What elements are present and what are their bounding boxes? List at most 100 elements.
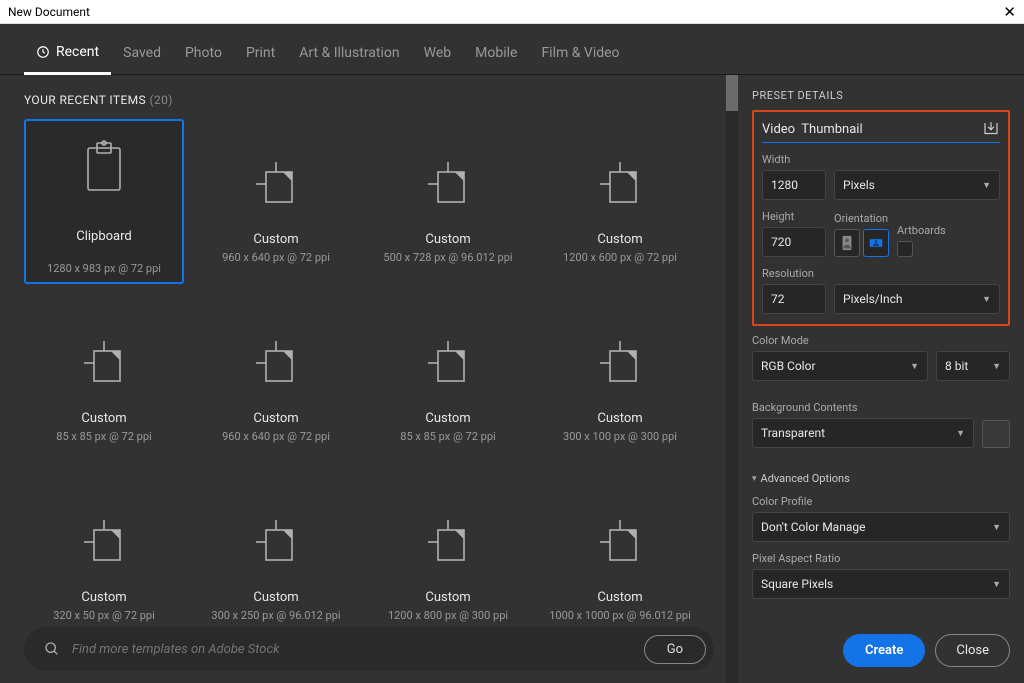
tab-saved[interactable]: Saved xyxy=(111,38,173,74)
artboards-label: Artboards xyxy=(897,224,946,237)
orientation-portrait-button[interactable] xyxy=(834,229,860,257)
preset-card-name: Custom xyxy=(597,411,642,426)
pixel-aspect-ratio-select[interactable]: Square Pixels▼ xyxy=(752,569,1010,599)
height-input[interactable] xyxy=(762,227,826,257)
scrollbar[interactable] xyxy=(726,75,738,683)
preset-card-desc: 1280 x 983 px @ 72 ppi xyxy=(47,262,161,275)
preset-details-header: PRESET DETAILS xyxy=(752,89,1010,102)
document-icon xyxy=(592,325,648,405)
color-mode-label: Color Mode xyxy=(752,334,1010,347)
document-icon xyxy=(76,325,132,405)
highlight-region: Width Pixels▼ Height Orientation xyxy=(752,110,1010,326)
clipboard-icon xyxy=(82,128,126,208)
preset-card-name: Custom xyxy=(81,590,126,605)
recent-header: YOUR RECENT ITEMS (20) xyxy=(24,93,726,107)
background-label: Background Contents xyxy=(752,401,1010,414)
document-icon xyxy=(420,325,476,405)
preset-card-name: Custom xyxy=(425,411,470,426)
width-unit-select[interactable]: Pixels▼ xyxy=(834,170,1000,200)
create-button[interactable]: Create xyxy=(843,634,925,667)
preset-card[interactable]: Clipboard 1280 x 983 px @ 72 ppi xyxy=(24,119,184,284)
chevron-down-icon: ▼ xyxy=(992,361,1001,372)
color-mode-select[interactable]: RGB Color▼ xyxy=(752,351,928,381)
preset-card[interactable]: Custom960 x 640 px @ 72 ppi xyxy=(196,298,356,463)
document-icon xyxy=(248,325,304,405)
preset-card-name: Custom xyxy=(425,232,470,247)
preset-card[interactable]: Custom 85 x 85 px @ 72 ppi xyxy=(368,298,528,463)
preset-card[interactable]: Custom 300 x 250 px @ 96.012 ppi xyxy=(196,477,356,642)
stock-search-bar: Go xyxy=(24,627,714,671)
chevron-down-icon: ▾ xyxy=(752,474,757,484)
preset-card-desc: 960 x 640 px @ 72 ppi xyxy=(222,251,330,264)
go-button[interactable]: Go xyxy=(644,635,706,664)
document-icon xyxy=(248,504,304,584)
tab-film-video[interactable]: Film & Video xyxy=(529,38,631,74)
close-button[interactable]: Close xyxy=(935,634,1010,667)
height-label: Height xyxy=(762,210,826,223)
preset-card[interactable]: Custom 85 x 85 px @ 72 ppi xyxy=(24,298,184,463)
presets-panel: YOUR RECENT ITEMS (20) Clipboard 1280 x 9… xyxy=(0,75,726,683)
document-icon xyxy=(592,504,648,584)
tab-mobile[interactable]: Mobile xyxy=(463,38,529,74)
stock-search-input[interactable] xyxy=(72,642,632,657)
width-input[interactable] xyxy=(762,170,826,200)
preset-card-name: Custom xyxy=(81,411,126,426)
preset-card[interactable]: Custom 300 x 100 px @ 300 ppi xyxy=(540,298,700,463)
preset-card[interactable]: Custom 1000 x 1000 px @ 96.012 ppi xyxy=(540,477,700,642)
document-icon xyxy=(420,146,476,226)
document-icon xyxy=(420,504,476,584)
tab-recent[interactable]: Recent xyxy=(24,38,111,75)
preset-card[interactable]: Custom 1200 x 800 px @ 300 ppi xyxy=(368,477,528,642)
resolution-label: Resolution xyxy=(762,267,1000,280)
clock-icon xyxy=(36,45,50,59)
advanced-toggle[interactable]: ▾ Advanced Options xyxy=(752,472,1010,485)
preset-card[interactable]: Custom 320 x 50 px @ 72 ppi xyxy=(24,477,184,642)
preset-card[interactable]: Custom960 x 640 px @ 72 ppi xyxy=(196,119,356,284)
preset-name-input[interactable] xyxy=(762,122,982,137)
background-select[interactable]: Transparent▼ xyxy=(752,418,974,448)
preset-card-desc: 300 x 100 px @ 300 ppi xyxy=(563,430,677,443)
preset-card-name: Custom xyxy=(425,590,470,605)
window-title: New Document xyxy=(8,5,90,19)
preset-card-desc: 1200 x 800 px @ 300 ppi xyxy=(388,609,508,622)
preset-card-name: Clipboard xyxy=(76,229,132,244)
document-icon xyxy=(76,504,132,584)
tab-photo[interactable]: Photo xyxy=(173,38,234,74)
preset-card[interactable]: Custom 1200 x 600 px @ 72 ppi xyxy=(540,119,700,284)
color-profile-select[interactable]: Don't Color Manage▼ xyxy=(752,512,1010,542)
resolution-input[interactable] xyxy=(762,284,826,314)
preset-card-desc: 1200 x 600 px @ 72 ppi xyxy=(563,251,677,264)
preset-card-desc: 500 x 728 px @ 96.012 ppi xyxy=(383,251,512,264)
orientation-label: Orientation xyxy=(834,212,889,225)
search-icon xyxy=(44,641,60,657)
tab-print[interactable]: Print xyxy=(234,38,287,74)
color-profile-label: Color Profile xyxy=(752,495,1010,508)
save-preset-icon[interactable] xyxy=(982,120,1000,138)
width-label: Width xyxy=(762,153,1000,166)
orientation-landscape-button[interactable] xyxy=(863,229,889,257)
close-window-icon[interactable]: ✕ xyxy=(1003,3,1016,21)
preset-card-name: Custom xyxy=(253,590,298,605)
preset-card-desc: 85 x 85 px @ 72 ppi xyxy=(400,430,495,443)
tab-web[interactable]: Web xyxy=(412,38,464,74)
background-color-swatch[interactable] xyxy=(982,420,1010,448)
bit-depth-select[interactable]: 8 bit▼ xyxy=(936,351,1010,381)
category-tabs: RecentSavedPhotoPrintArt & IllustrationW… xyxy=(0,24,1024,75)
pixel-aspect-ratio-label: Pixel Aspect Ratio xyxy=(752,552,1010,565)
chevron-down-icon: ▼ xyxy=(956,428,965,439)
preset-card-desc: 300 x 250 px @ 96.012 ppi xyxy=(211,609,340,622)
preset-card[interactable]: Custom 500 x 728 px @ 96.012 ppi xyxy=(368,119,528,284)
preset-card-desc: 85 x 85 px @ 72 ppi xyxy=(56,430,151,443)
preset-card-name: Custom xyxy=(597,590,642,605)
chevron-down-icon: ▼ xyxy=(910,361,919,372)
preset-grid: Clipboard1280 x 983 px @ 72 ppiCustom960… xyxy=(24,119,726,642)
resolution-unit-select[interactable]: Pixels/Inch▼ xyxy=(834,284,1000,314)
preset-card-desc: 960 x 640 px @ 72 ppi xyxy=(222,430,330,443)
preset-card-desc: 320 x 50 px @ 72 ppi xyxy=(53,609,155,622)
tab-art-illustration[interactable]: Art & Illustration xyxy=(287,38,411,74)
chevron-down-icon: ▼ xyxy=(982,294,991,305)
preset-card-desc: 1000 x 1000 px @ 96.012 ppi xyxy=(549,609,691,622)
artboards-checkbox[interactable] xyxy=(897,241,913,257)
window-titlebar: New Document ✕ xyxy=(0,0,1024,24)
preset-card-name: Custom xyxy=(597,232,642,247)
